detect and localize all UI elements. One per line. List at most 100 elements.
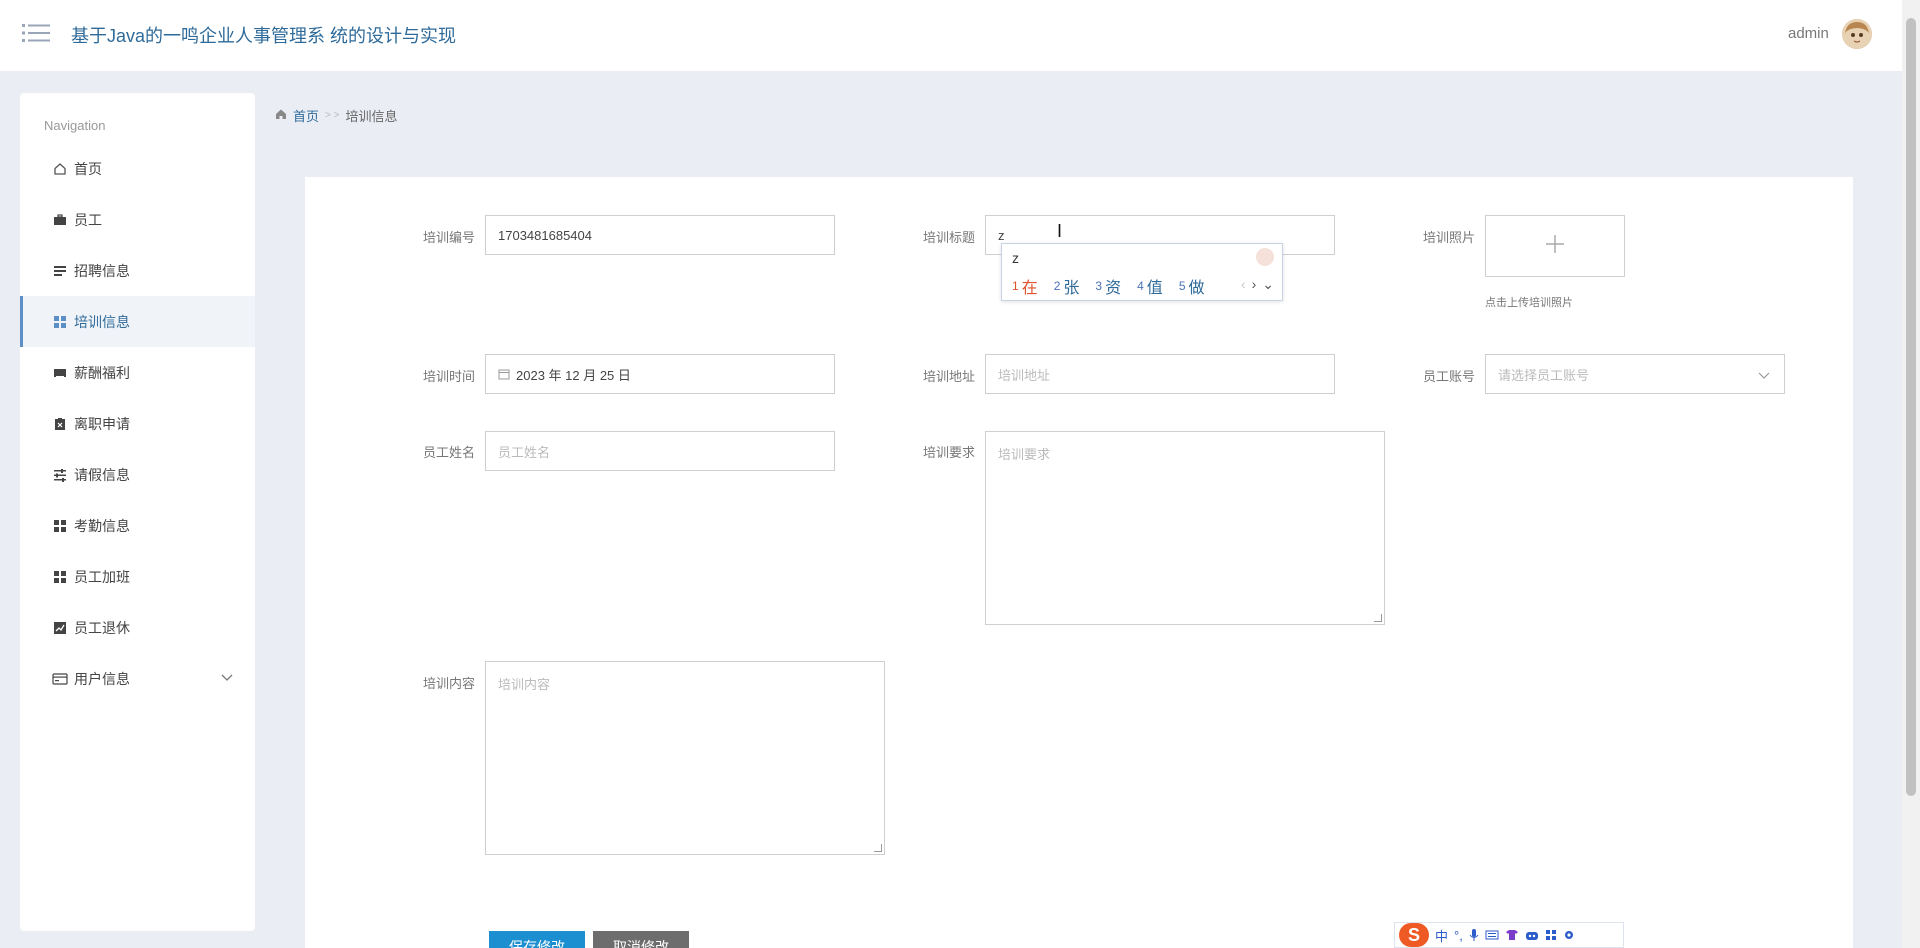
- sidebar-item-label: 招聘信息: [74, 262, 130, 279]
- training-content-textarea[interactable]: 培训内容: [485, 661, 885, 855]
- sidebar-item-salary[interactable]: 薪酬福利: [20, 347, 255, 398]
- employee-name-label: 员工姓名: [422, 445, 475, 460]
- text-cursor-icon: I: [1057, 221, 1063, 241]
- breadcrumb: 首页 > > 培训信息: [275, 106, 398, 125]
- training-address-field[interactable]: 培训地址: [985, 354, 1335, 394]
- sidebar-item-recruit[interactable]: 招聘信息: [20, 245, 255, 296]
- ime-candidates: 1在 2张 3资 4值 5做: [1012, 274, 1205, 298]
- chevron-left-icon[interactable]: ‹: [1241, 276, 1246, 293]
- ime-punct-toggle[interactable]: °,: [1454, 928, 1463, 943]
- sidebar-item-employee[interactable]: 员工: [20, 194, 255, 245]
- training-no-label: 培训编号: [422, 230, 475, 245]
- employee-account-placeholder: 请选择员工账号: [1498, 367, 1590, 383]
- ime-candidate-word: 张: [1063, 280, 1080, 297]
- sidebar-item-label: 员工: [74, 211, 102, 228]
- training-time-label: 培训时间: [422, 369, 475, 384]
- sidebar-item-training[interactable]: 培训信息: [20, 296, 255, 347]
- ime-candidate[interactable]: 3资: [1095, 274, 1121, 298]
- home-icon: [275, 108, 287, 123]
- photo-upload[interactable]: [1485, 215, 1625, 277]
- training-photo-label: 培训照片: [1422, 230, 1475, 245]
- sidebar-item-retire[interactable]: 员工退休: [20, 602, 255, 653]
- resize-handle[interactable]: [874, 844, 882, 852]
- ime-toolbar: S 中 °,: [1394, 922, 1624, 948]
- employee-account-label: 员工账号: [1422, 369, 1475, 384]
- avatar[interactable]: [1842, 19, 1872, 49]
- training-content-label: 培训内容: [422, 676, 475, 691]
- ime-candidate[interactable]: 5做: [1179, 274, 1205, 298]
- ime-skin-icon[interactable]: [1256, 248, 1274, 266]
- sidebar-item-user[interactable]: 用户信息: [20, 653, 255, 704]
- save-button[interactable]: 保存修改: [489, 931, 585, 948]
- sidebar-item-label: 请假信息: [74, 466, 130, 483]
- resize-handle[interactable]: [1374, 614, 1382, 622]
- nav-list: 首页 员工 招聘信息 培训信息 薪酬福利 离职申请 请假信息 考勤信息 员工加班…: [20, 143, 255, 704]
- ime-candidate-num: 1: [1012, 279, 1019, 293]
- sidebar-item-label: 考勤信息: [74, 517, 130, 534]
- user-name[interactable]: admin: [1788, 25, 1829, 42]
- chevron-down-icon[interactable]: [221, 671, 233, 685]
- employee-account-select[interactable]: 请选择员工账号: [1485, 354, 1785, 394]
- sidebar-item-label: 培训信息: [74, 313, 130, 330]
- ime-candidate-num: 5: [1178, 279, 1186, 293]
- training-no-field[interactable]: 1703481685404: [485, 215, 835, 255]
- ime-candidate-popup: z 1在 2张 3资 4值 5做 ‹ › ⌄: [1001, 243, 1283, 301]
- chevron-right-icon[interactable]: ›: [1252, 276, 1257, 293]
- employee-name-field[interactable]: 员工姓名: [485, 431, 835, 471]
- sogou-logo-icon[interactable]: S: [1399, 923, 1429, 947]
- ime-mode-toggle[interactable]: 中: [1435, 926, 1448, 945]
- sidebar-item-label: 用户信息: [74, 670, 130, 687]
- calendar-icon: [498, 368, 510, 380]
- sidebar-item-attendance[interactable]: 考勤信息: [20, 500, 255, 551]
- grid-icon: [52, 518, 68, 534]
- skin-shirt-icon[interactable]: [1505, 929, 1519, 941]
- ime-candidate-word: 做: [1188, 280, 1205, 297]
- ime-candidate[interactable]: 2张: [1054, 274, 1080, 298]
- chevron-down-icon[interactable]: ⌄: [1262, 276, 1274, 293]
- card-icon: [52, 671, 68, 687]
- ime-candidate[interactable]: 1在: [1012, 274, 1038, 298]
- sidebar-item-home[interactable]: 首页: [20, 143, 255, 194]
- robot-icon[interactable]: [1525, 929, 1539, 941]
- sidebar-item-overtime[interactable]: 员工加班: [20, 551, 255, 602]
- list-icon: [52, 263, 68, 279]
- menu-toggle-icon[interactable]: [22, 22, 50, 44]
- apps-icon[interactable]: [1545, 929, 1557, 941]
- training-requirement-label: 培训要求: [922, 445, 975, 460]
- photo-upload-hint: 点击上传培训照片: [1485, 297, 1573, 309]
- sidebar-item-leave[interactable]: 请假信息: [20, 449, 255, 500]
- clipboard-icon: [52, 416, 68, 432]
- scrollbar-thumb[interactable]: [1906, 18, 1916, 796]
- sidebar-item-label: 员工加班: [74, 568, 130, 585]
- sidebar-item-label: 薪酬福利: [74, 364, 130, 381]
- training-time-value: 2023 年 12 月 25 日: [516, 367, 631, 383]
- sliders-icon: [52, 467, 68, 483]
- plus-icon: [1544, 230, 1566, 262]
- chart-icon: [52, 620, 68, 636]
- ime-input-text: z: [1012, 250, 1019, 266]
- microphone-icon[interactable]: [1469, 928, 1479, 942]
- settings-gear-icon[interactable]: [1563, 929, 1575, 941]
- breadcrumb-home[interactable]: 首页: [293, 106, 319, 125]
- sidebar-item-resign[interactable]: 离职申请: [20, 398, 255, 449]
- ime-candidate-word: 在: [1021, 280, 1038, 297]
- ime-candidate-num: 3: [1095, 279, 1103, 293]
- home-icon: [52, 161, 68, 177]
- breadcrumb-separator: > >: [325, 110, 340, 121]
- app-title: 基于Java的一鸣企业人事管理系 统的设计与实现: [71, 26, 457, 46]
- keyboard-icon[interactable]: [1485, 929, 1499, 941]
- ime-candidate[interactable]: 4值: [1137, 274, 1163, 298]
- breadcrumb-current: 培训信息: [345, 109, 398, 124]
- sidebar-item-label: 离职申请: [74, 415, 130, 432]
- training-time-field[interactable]: 2023 年 12 月 25 日: [485, 354, 835, 394]
- training-requirement-textarea[interactable]: 培训要求: [985, 431, 1385, 625]
- cancel-button[interactable]: 取消修改: [593, 931, 689, 948]
- training-address-label: 培训地址: [922, 369, 975, 384]
- ime-candidate-num: 2: [1053, 279, 1061, 293]
- ime-candidate-word: 值: [1146, 280, 1163, 297]
- nav-title: Navigation: [44, 118, 106, 133]
- page-scrollbar[interactable]: [1902, 0, 1920, 948]
- chevron-down-icon: [1758, 368, 1770, 383]
- briefcase-icon: [52, 212, 68, 228]
- inbox-icon: [52, 365, 68, 381]
